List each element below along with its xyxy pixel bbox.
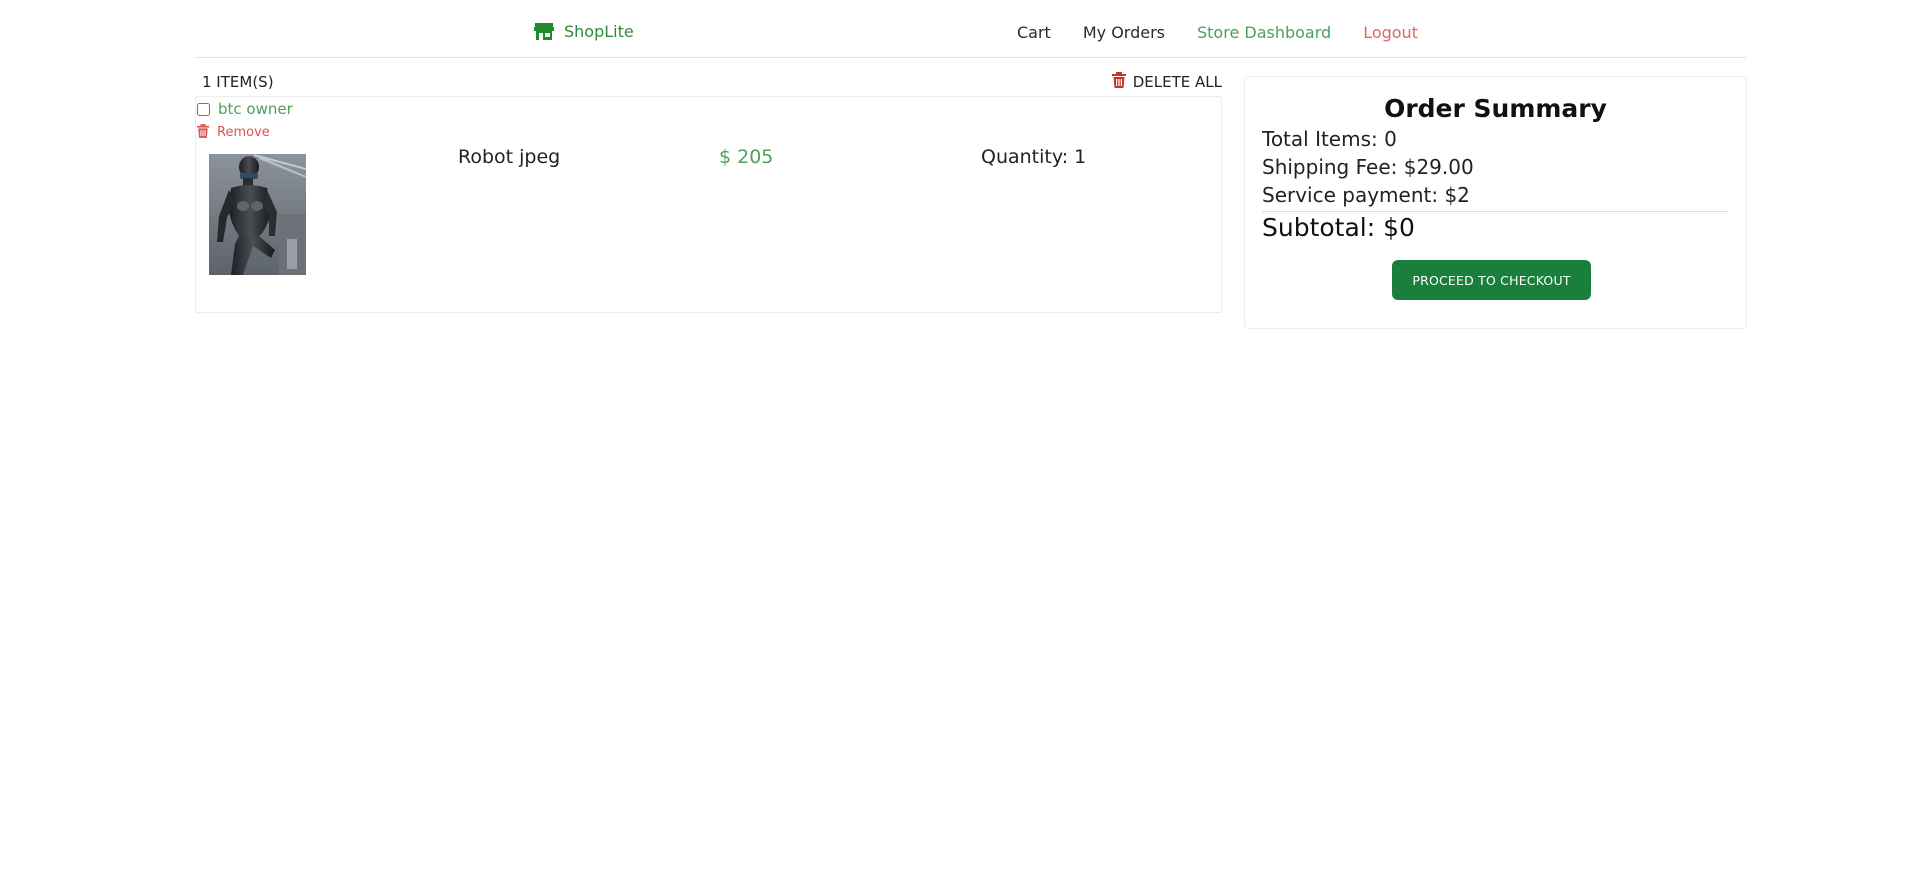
brand-name: ShopLite bbox=[564, 22, 634, 41]
store-select-checkbox[interactable] bbox=[197, 102, 210, 116]
trash-icon bbox=[1111, 72, 1126, 92]
nav-store-dashboard-link[interactable]: Store Dashboard bbox=[1197, 23, 1331, 42]
remove-label: Remove bbox=[217, 125, 270, 140]
summary-shipping-fee: Shipping Fee: $29.00 bbox=[1262, 155, 1474, 179]
product-quantity: Quantity: 1 bbox=[981, 146, 1087, 168]
trash-icon bbox=[197, 123, 209, 142]
summary-divider bbox=[1262, 211, 1729, 212]
summary-subtotal: Subtotal: $0 bbox=[1262, 213, 1415, 242]
nav-logout-link[interactable]: Logout bbox=[1363, 23, 1418, 42]
store-icon bbox=[534, 22, 554, 41]
proceed-to-checkout-button[interactable]: PROCEED TO CHECKOUT bbox=[1392, 260, 1591, 300]
cart-box: btc owner Remove Robot jpeg $ 205 Quanti… bbox=[195, 96, 1222, 313]
nav-my-orders-link[interactable]: My Orders bbox=[1083, 23, 1165, 42]
product-name[interactable]: Robot jpeg bbox=[458, 146, 560, 168]
remove-button[interactable]: Remove bbox=[197, 123, 270, 142]
delete-all-label: DELETE ALL bbox=[1132, 73, 1222, 91]
summary-title: Order Summary bbox=[1384, 94, 1607, 123]
summary-total-items: Total Items: 0 bbox=[1262, 127, 1397, 151]
nav-links: Cart My Orders Store Dashboard Logout bbox=[1017, 23, 1418, 42]
nav-cart-link[interactable]: Cart bbox=[1017, 23, 1051, 42]
delete-all-button[interactable]: DELETE ALL bbox=[1111, 72, 1222, 92]
store-row: btc owner bbox=[197, 100, 293, 118]
cart-header: 1 ITEM(S) DELETE ALL bbox=[195, 71, 1222, 95]
navbar: ShopLite Cart My Orders Store Dashboard … bbox=[195, 0, 1746, 58]
brand-link[interactable]: ShopLite bbox=[534, 22, 634, 41]
product-image[interactable] bbox=[209, 154, 306, 275]
order-summary: Order Summary Total Items: 0 Shipping Fe… bbox=[1244, 76, 1747, 329]
summary-service-payment: Service payment: $2 bbox=[1262, 183, 1470, 207]
item-count: 1 ITEM(S) bbox=[202, 73, 274, 91]
product-price: $ 205 bbox=[719, 146, 774, 168]
store-name[interactable]: btc owner bbox=[218, 100, 293, 118]
